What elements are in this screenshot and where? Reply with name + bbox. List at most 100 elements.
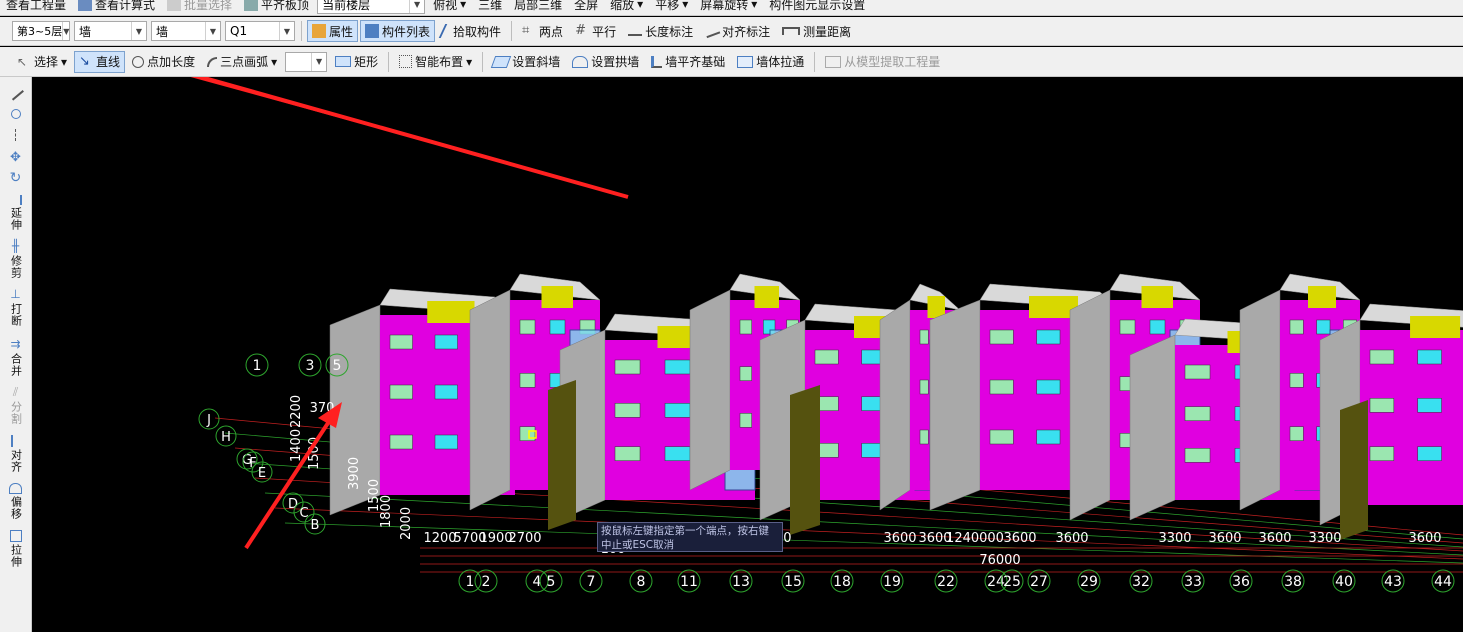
arc-mode-select[interactable]: ▼ (285, 51, 328, 72)
axis-label: 25 (1003, 574, 1021, 590)
dimension-text: 3600 (1055, 531, 1088, 546)
axis-label: 2 (482, 574, 491, 590)
extend-icon (10, 195, 22, 205)
mirror-icon[interactable] (14, 129, 17, 141)
building-model (329, 273, 1463, 540)
pick-component-button[interactable]: 拾取构件 (437, 20, 506, 42)
column-wall (1340, 400, 1368, 540)
stretch-tool[interactable]: 拉伸 (9, 528, 23, 568)
wall-side-face (879, 299, 911, 511)
axis-label: 27 (1030, 574, 1048, 590)
screen-rotate-button[interactable]: 屏幕旋转 ▾ (695, 0, 762, 14)
brush-icon[interactable] (7, 85, 24, 101)
dimension-text: 2700 (508, 531, 541, 546)
batch-select-button[interactable]: 批量选择 (162, 0, 237, 14)
window (1119, 319, 1136, 335)
two-point-icon: ⌗ (522, 23, 530, 38)
wall-extend-through-button[interactable]: 墙体拉通 (732, 51, 809, 73)
aligned-dimension-button[interactable]: 对齐标注 (700, 20, 775, 42)
copy-icon[interactable] (10, 109, 21, 119)
split-tool[interactable]: ⫽ 分割 (9, 383, 23, 425)
component-select[interactable]: Q1 ▼ (225, 21, 295, 41)
view-formula-button[interactable]: 查看计算式 (73, 0, 160, 14)
ruler-icon (782, 27, 801, 35)
inclined-wall-icon (491, 55, 512, 68)
red-arrow (193, 77, 629, 199)
rectangle-icon (335, 56, 352, 67)
draw-hint-tooltip: 按鼠标左键指定第一个端点，按右键中止或ESC取消 (597, 522, 783, 552)
parallel-button[interactable]: # 平行 (570, 20, 621, 42)
extend-tool[interactable]: 延伸 (10, 193, 23, 231)
move-icon[interactable]: ✥ (9, 151, 23, 165)
arch-wall-icon (572, 55, 589, 68)
separator (301, 21, 302, 41)
local-3d-button[interactable]: 局部三维 (509, 0, 567, 14)
window (434, 334, 458, 350)
column-wall (790, 385, 820, 535)
parallel-icon: # (575, 23, 586, 38)
3d-button[interactable]: 三维 (473, 0, 507, 14)
component-toolbar: 第3~5层 ▼ 墙 ▼ 墙 ▼ Q1 ▼ 属性 构件列表 拾取构件 ⌗ 两点 # 平行 长度… (0, 17, 1463, 46)
arc-icon (207, 56, 218, 67)
point-length-button[interactable]: 点加长度 (127, 51, 200, 73)
smart-layout-button[interactable]: 智能布置 ▾ (394, 51, 477, 73)
type-select[interactable]: 墙 ▼ (151, 21, 221, 41)
red-arrow (190, 77, 628, 197)
break-tool[interactable]: ⊥ 打断 (9, 285, 23, 327)
offset-tool[interactable]: 偏移 (9, 481, 23, 520)
align-slab-top-button[interactable]: 平齐板顶 (239, 0, 314, 14)
window (519, 373, 536, 388)
floor-range-select[interactable]: 第3~5层 ▼ (12, 21, 70, 41)
drawing-canvas[interactable]: 1 2 4 5 7 8 11 13 15 18 19 22 24 25 27 29 32 33 36 38 40 43 44… (32, 77, 1463, 632)
axis-label: 29 (1080, 574, 1098, 590)
category-select[interactable]: 墙 ▼ (74, 21, 147, 41)
top-view-button[interactable]: 俯视 ▾ (428, 0, 471, 14)
draw-toolbar: ↖ 选择 ▾ ↘ 直线 点加长度 三点画弧 ▾ ▼ 矩形 智能布置 ▾ 设置斜墙 设置拱墙… (0, 47, 1463, 77)
pan-button[interactable]: 平移 ▾ (650, 0, 693, 14)
wall-align-foundation-button[interactable]: 墙平齐基础 (646, 51, 730, 73)
dimension-text: 2200 (289, 395, 304, 428)
line-button[interactable]: ↘ 直线 (74, 50, 126, 73)
point-length-icon (132, 55, 145, 68)
align-tool[interactable]: 对齐 (10, 433, 23, 473)
display-settings-button[interactable]: 构件图元显示设置 (764, 0, 870, 14)
column-wall (548, 380, 576, 530)
set-inclined-wall-button[interactable]: 设置斜墙 (488, 51, 565, 73)
three-point-arc-button[interactable]: 三点画弧 ▾ (202, 51, 282, 73)
chevron-down-icon: ▼ (311, 52, 326, 71)
dimension-text: 1200 (423, 531, 456, 546)
yellow-parapet (927, 296, 945, 318)
window (1184, 364, 1211, 380)
trim-tool[interactable]: ╫ 修剪 (9, 237, 23, 279)
offset-icon (9, 483, 22, 494)
calc-icon (78, 0, 93, 11)
modify-toolbar: ✥ ↻ 延伸 ╫ 修剪 ⊥ 打断 ⇉ 合并 ⫽ 分割 对齐 偏移 拉伸 (0, 77, 32, 632)
properties-button[interactable]: 属性 (307, 20, 359, 42)
view-quantity-button[interactable]: 查看工程量 (1, 0, 71, 14)
fullscreen-button[interactable]: 全屏 (569, 0, 603, 14)
axis-label: B (311, 518, 320, 533)
window (389, 384, 413, 400)
dimension-text: 3900 (347, 457, 362, 490)
window (814, 349, 839, 365)
component-list-button[interactable]: 构件列表 (360, 20, 436, 42)
yellow-parapet (541, 286, 573, 308)
break-icon: ⊥ (10, 287, 21, 301)
window (1369, 446, 1395, 461)
current-floor-select[interactable]: 当前楼层 ▼ (317, 0, 426, 14)
length-dimension-button[interactable]: 长度标注 (623, 20, 698, 42)
merge-tool[interactable]: ⇉ 合并 (9, 335, 23, 377)
dimension-text: 3600 (1003, 531, 1036, 546)
two-point-button[interactable]: ⌗ 两点 (517, 20, 568, 42)
properties-icon (312, 24, 326, 38)
zoom-button[interactable]: 缩放 ▾ (605, 0, 648, 14)
rectangle-button[interactable]: 矩形 (330, 51, 383, 73)
select-button[interactable]: ↖ 选择 ▾ (12, 51, 72, 73)
extract-quantity-button[interactable]: 从模型提取工程量 (820, 51, 945, 73)
measure-distance-button[interactable]: 测量距离 (777, 20, 856, 42)
axis-label: 8 (637, 574, 646, 590)
set-arch-wall-button[interactable]: 设置拱墙 (567, 51, 644, 73)
window (389, 434, 413, 450)
separator (482, 51, 484, 72)
rotate-icon[interactable]: ↻ (9, 171, 23, 185)
